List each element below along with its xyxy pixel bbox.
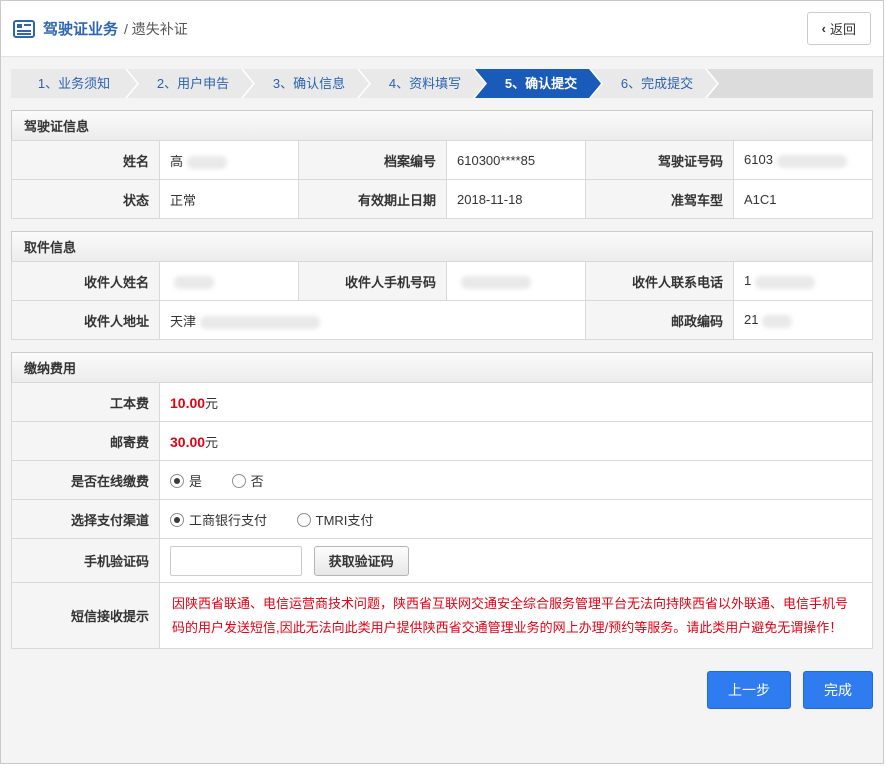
name-value: 高 [160,141,299,180]
pay-channel-label: 选择支付渠道 [12,500,160,539]
table-row: 工本费 10.00元 [12,383,873,422]
step-tab-6[interactable]: 6、完成提交 [591,69,717,98]
pickup-info-section: 取件信息 收件人姓名 收件人手机号码 收件人联系电话 1 收件人地址 天津 邮政… [11,231,873,340]
redacted-blur [755,276,815,289]
breadcrumb-subtitle: / 遗失补证 [124,19,188,39]
address-value: 天津 [160,301,586,340]
back-button-label: 返回 [830,19,856,38]
mobile-label: 收件人手机号码 [299,262,447,301]
online-pay-options: 是 否 [160,461,873,500]
table-row: 状态 正常 有效期止日期 2018-11-18 准驾车型 A1C1 [12,180,873,219]
table-row: 选择支付渠道 工商银行支付 TMRI支付 [12,500,873,539]
radio-checked-icon[interactable] [170,474,184,488]
radio-unchecked-icon[interactable] [232,474,246,488]
chevron-left-icon: ‹ [822,21,826,36]
table-row: 是否在线缴费 是 否 [12,461,873,500]
table-row: 收件人地址 天津 邮政编码 21 [12,301,873,340]
post-fee-value: 30.00元 [160,422,873,461]
file-no-value: 610300****85 [447,141,586,180]
step-tab-4[interactable]: 4、资料填写 [359,69,485,98]
post-fee-unit: 元 [205,435,218,450]
previous-step-button[interactable]: 上一步 [707,671,791,709]
fees-section-title: 缴纳费用 [11,352,873,383]
file-no-label: 档案编号 [299,141,447,180]
address-label: 收件人地址 [12,301,160,340]
redacted-blur [461,276,531,289]
radio-checked-icon[interactable] [170,513,184,527]
online-pay-label: 是否在线缴费 [12,461,160,500]
finish-button[interactable]: 完成 [803,671,873,709]
sms-notice-text: 因陕西省联通、电信运营商技术问题，陕西省互联网交通安全综合服务管理平台无法向持陕… [160,583,873,649]
zip-value: 21 [734,301,873,340]
fees-section: 缴纳费用 工本费 10.00元 邮寄费 30.00元 是否在线缴费 是 否 [11,352,873,649]
page: 驾驶证业务 / 遗失补证 ‹ 返回 1、业务须知 2、用户申告 3、确认信息 4… [0,0,884,764]
redacted-blur [200,316,320,329]
pay-channel-icbc-option[interactable]: 工商银行支付 [170,510,267,529]
expire-label: 有效期止日期 [299,180,447,219]
redacted-blur [174,276,214,289]
table-row: 手机验证码 获取验证码 [12,539,873,583]
page-title: 驾驶证业务 [43,18,118,39]
table-row: 姓名 高 档案编号 610300****85 驾驶证号码 6103 [12,141,873,180]
recipient-label: 收件人姓名 [12,262,160,301]
phone-value: 1 [734,262,873,301]
sms-notice-label: 短信接收提示 [12,583,160,649]
redacted-blur [777,155,847,168]
steps-bar: 1、业务须知 2、用户申告 3、确认信息 4、资料填写 5、确认提交 6、完成提… [1,57,883,98]
radio-unchecked-icon[interactable] [297,513,311,527]
step-tab-5-active[interactable]: 5、确认提交 [475,69,601,98]
app-header: 驾驶证业务 / 遗失补证 ‹ 返回 [1,1,883,57]
step-tab-3[interactable]: 3、确认信息 [243,69,369,98]
post-fee-amount: 30.00 [170,434,205,450]
table-row: 邮寄费 30.00元 [12,422,873,461]
license-no-label: 驾驶证号码 [586,141,734,180]
cost-fee-label: 工本费 [12,383,160,422]
expire-value: 2018-11-18 [447,180,586,219]
post-fee-label: 邮寄费 [12,422,160,461]
cost-fee-value: 10.00元 [160,383,873,422]
mobile-value [447,262,586,301]
pay-channel-options: 工商银行支付 TMRI支付 [160,500,873,539]
captcha-row: 获取验证码 [160,539,873,583]
get-captcha-button[interactable]: 获取验证码 [314,546,409,576]
status-value: 正常 [160,180,299,219]
cost-fee-unit: 元 [205,396,218,411]
table-row: 收件人姓名 收件人手机号码 收件人联系电话 1 [12,262,873,301]
captcha-input[interactable] [170,546,302,576]
status-label: 状态 [12,180,160,219]
zip-label: 邮政编码 [586,301,734,340]
vehicle-class-label: 准驾车型 [586,180,734,219]
pay-channel-tmri-option[interactable]: TMRI支付 [297,510,374,529]
form-icon [13,20,35,38]
pickup-section-title: 取件信息 [11,231,873,262]
license-section-title: 驾驶证信息 [11,110,873,141]
cost-fee-amount: 10.00 [170,395,205,411]
captcha-label: 手机验证码 [12,539,160,583]
step-tab-2[interactable]: 2、用户申告 [127,69,253,98]
recipient-value [160,262,299,301]
table-row: 短信接收提示 因陕西省联通、电信运营商技术问题，陕西省互联网交通安全综合服务管理… [12,583,873,649]
phone-label: 收件人联系电话 [586,262,734,301]
footer-actions: 上一步 完成 [11,671,873,709]
steps-bar-tail [707,69,873,98]
vehicle-class-value: A1C1 [734,180,873,219]
license-no-value: 6103 [734,141,873,180]
redacted-blur [187,156,227,169]
name-label: 姓名 [12,141,160,180]
online-pay-yes-option[interactable]: 是 [170,471,202,490]
back-button[interactable]: ‹ 返回 [807,12,871,45]
license-info-section: 驾驶证信息 姓名 高 档案编号 610300****85 驾驶证号码 6103 … [11,110,873,219]
redacted-blur [762,315,792,328]
online-pay-no-option[interactable]: 否 [232,471,264,490]
step-tab-1[interactable]: 1、业务须知 [11,69,137,98]
